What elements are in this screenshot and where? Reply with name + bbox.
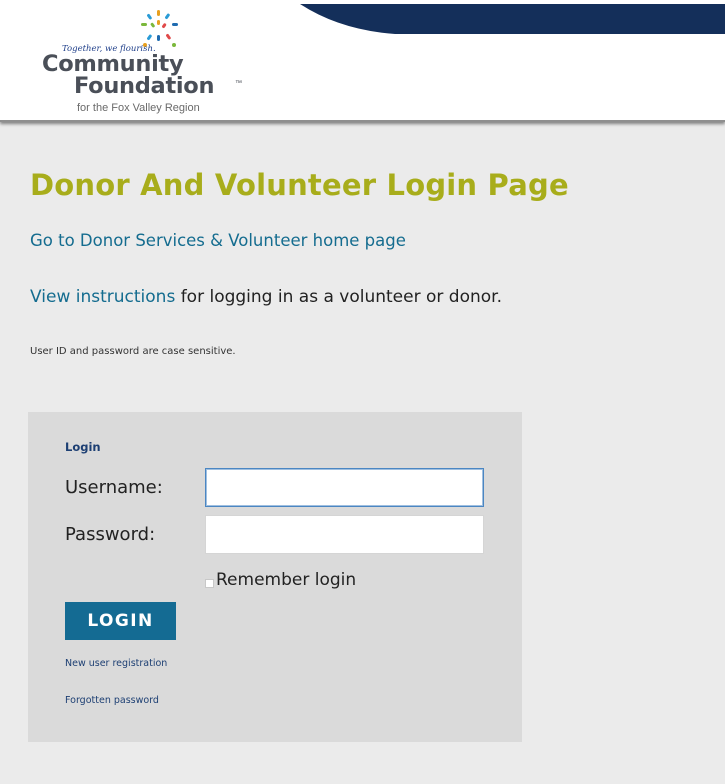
login-panel: Login Username: Password: Remember login… xyxy=(28,412,522,742)
username-label: Username: xyxy=(65,477,163,498)
community-foundation-logo[interactable]: Together, we flourish. Community Foundat… xyxy=(40,8,250,120)
login-heading: Login xyxy=(65,440,101,454)
page-title: Donor And Volunteer Login Page xyxy=(30,168,569,202)
logo-region: for the Fox Valley Region xyxy=(77,102,200,114)
new-user-registration-link[interactable]: New user registration xyxy=(65,658,167,669)
donor-services-home-link[interactable]: Go to Donor Services & Volunteer home pa… xyxy=(30,231,406,250)
password-input[interactable] xyxy=(205,515,484,554)
case-sensitive-note: User ID and password are case sensitive. xyxy=(30,346,236,357)
instructions-line: View instructions for logging in as a vo… xyxy=(30,287,502,307)
remember-login-label[interactable]: Remember login xyxy=(216,570,356,590)
logo-trademark: ™ xyxy=(235,80,242,87)
username-input[interactable] xyxy=(205,468,484,507)
forgotten-password-link[interactable]: Forgotten password xyxy=(65,695,159,706)
site-header: Together, we flourish. Community Foundat… xyxy=(0,0,725,122)
login-button[interactable]: LOGIN xyxy=(65,602,176,640)
header-navy-band xyxy=(300,4,725,34)
instructions-text: for logging in as a volunteer or donor. xyxy=(175,287,502,307)
logo-word-foundation: Foundation xyxy=(74,73,215,99)
remember-login-checkbox[interactable] xyxy=(205,579,214,588)
password-label: Password: xyxy=(65,524,156,545)
remember-login-row[interactable]: Remember login xyxy=(205,568,356,590)
view-instructions-link[interactable]: View instructions xyxy=(30,287,175,307)
